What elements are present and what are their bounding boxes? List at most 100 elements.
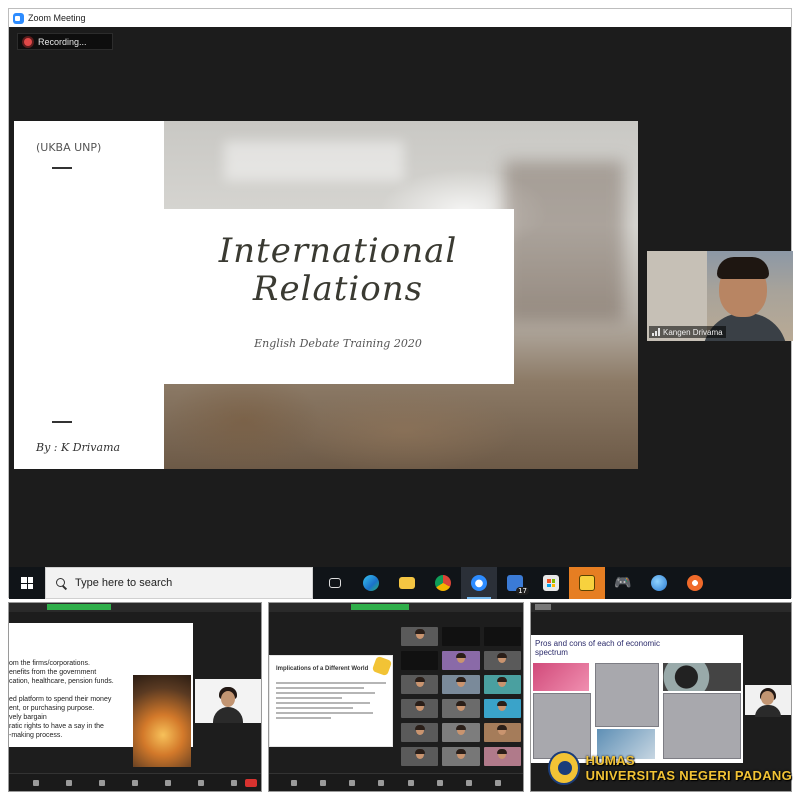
search-input[interactable] [75,577,295,589]
file-explorer-icon [399,577,415,589]
mini-window-bar [269,603,523,612]
participant-tile[interactable] [442,723,480,742]
humas-unp-watermark: HUMAS UNIVERSITAS NEGERI PADANG [548,748,792,788]
participant-tile[interactable] [401,651,439,670]
mini-slide-line: ent, or purchasing purpose. [9,705,95,712]
puzzle-icon [371,655,393,677]
mini-window-bar [531,603,791,612]
participant-tile[interactable] [442,651,480,670]
end-meeting-button[interactable] [245,779,257,787]
watermark-line2: UNIVERSITAS NEGERI PADANG [585,768,792,783]
recording-label: Recording... [38,36,87,47]
mail-icon: 17 [507,575,529,595]
start-button[interactable] [9,567,45,599]
slide-title-line2: Relations [252,269,424,309]
taskbar-pinned-apps: ● 17 🎮 [317,567,713,599]
speaker-name: Kangen Drivama [663,327,723,337]
mini-slide-line: enefits from the government [9,669,97,676]
store-button[interactable] [533,567,569,599]
taskbar-search[interactable] [45,567,313,599]
participant-tile[interactable] [483,699,521,718]
media-player-icon [687,575,703,591]
slide-title-card: International Relations English Debate T… [162,209,514,384]
search-icon [56,577,67,589]
speaker-nametag: Kangen Drivama [649,326,726,338]
game-controller-button[interactable]: 🎮 [605,567,641,599]
collage: Zoom Meeting Recording... (UKBA UNP) By … [0,0,800,800]
window-titlebar: Zoom Meeting [9,9,791,27]
participant-tile[interactable] [442,747,480,766]
slide-subtitle: English Debate Training 2020 [254,337,422,350]
edge-button[interactable] [353,567,389,599]
slide-byline: By : K Drivama [36,441,121,454]
participant-tile[interactable] [483,723,521,742]
participant-tile[interactable] [401,723,439,742]
participant-tile[interactable] [442,675,480,694]
speaker-video-thumbnail[interactable]: Kangen Drivama [647,251,793,341]
participant-gallery [399,625,523,771]
file-explorer-button[interactable] [389,567,425,599]
mail-button[interactable]: 17 [497,567,533,599]
watermark-line1: HUMAS [585,753,635,768]
participant-tile[interactable] [401,747,439,766]
browser-globe-icon [651,575,667,591]
participant-tile[interactable] [483,675,521,694]
task-view-icon [329,578,341,588]
mini-slide-title: Pros and cons of each of economic spectr… [535,639,660,657]
sticky-notes-icon [579,575,595,591]
browser-globe-button[interactable] [641,567,677,599]
screenshot-thumbnail-2: Implications of a Different World [268,602,524,792]
participant-tile[interactable] [442,699,480,718]
mini-slide-line [9,686,129,695]
participant-tile[interactable] [442,627,480,646]
chrome-icon [435,575,451,591]
university-seal-icon [548,751,580,785]
mini-slide-text: om the firms/corporations. enefits from … [9,659,129,740]
task-view-button[interactable] [317,567,353,599]
mini-slide-line: vely bargain [9,714,47,721]
slide-left-panel: (UKBA UNP) By : K Drivama [14,121,164,469]
chrome-button[interactable] [425,567,461,599]
participant-video[interactable] [745,685,791,717]
mini-meeting-toolbar [9,773,261,791]
screenshot-thumbnail-1: om the firms/corporations. enefits from … [8,602,262,792]
game-controller-icon: 🎮 [614,575,632,591]
sticky-notes-button[interactable] [569,567,605,599]
participant-tile[interactable] [401,699,439,718]
slide-divider [52,421,72,423]
participant-tile[interactable] [401,675,439,694]
mail-badge: 17 [516,587,529,595]
welding-sparks-photo [133,675,191,767]
participant-tile[interactable] [483,747,521,766]
record-icon [24,37,32,46]
zoom-app-icon [13,12,24,24]
participant-tile[interactable] [401,627,439,646]
slide-title-line1: International [218,231,458,271]
speaker-hair [717,257,769,279]
mini-slide: Pros and cons of each of economic spectr… [531,635,743,763]
participant-tile[interactable] [483,651,521,670]
shared-slide: (UKBA UNP) By : K Drivama International … [14,121,638,469]
mini-slide-line: -making process. [9,732,63,739]
mini-slide-line: ratic rights to have a say in the [9,723,104,730]
participant-video[interactable] [195,679,261,723]
mini-slide-line: om the firms/corporations. [9,660,90,667]
slide-divider [52,167,72,169]
mini-slide: Implications of a Different World [269,655,393,747]
media-player-button[interactable] [677,567,713,599]
zoom-button[interactable]: ● [461,567,497,599]
participant-tile[interactable] [483,627,521,646]
edge-icon [363,575,379,591]
meeting-stage: Recording... (UKBA UNP) By : K Drivama I… [9,27,793,567]
store-icon [543,575,559,591]
mini-meeting-toolbar [269,773,523,791]
mini-slide-heading: Implications of a Different World [276,666,369,672]
recording-indicator[interactable]: Recording... [17,33,113,50]
slide-organization: (UKBA UNP) [36,141,102,154]
audio-level-icon [652,328,660,336]
mini-slide-line: ed platform to spend their money [9,696,112,703]
mini-window-bar [9,603,261,612]
window-title: Zoom Meeting [28,13,86,23]
zoom-icon: ● [471,575,487,591]
mini-slide: om the firms/corporations. enefits from … [9,623,193,767]
